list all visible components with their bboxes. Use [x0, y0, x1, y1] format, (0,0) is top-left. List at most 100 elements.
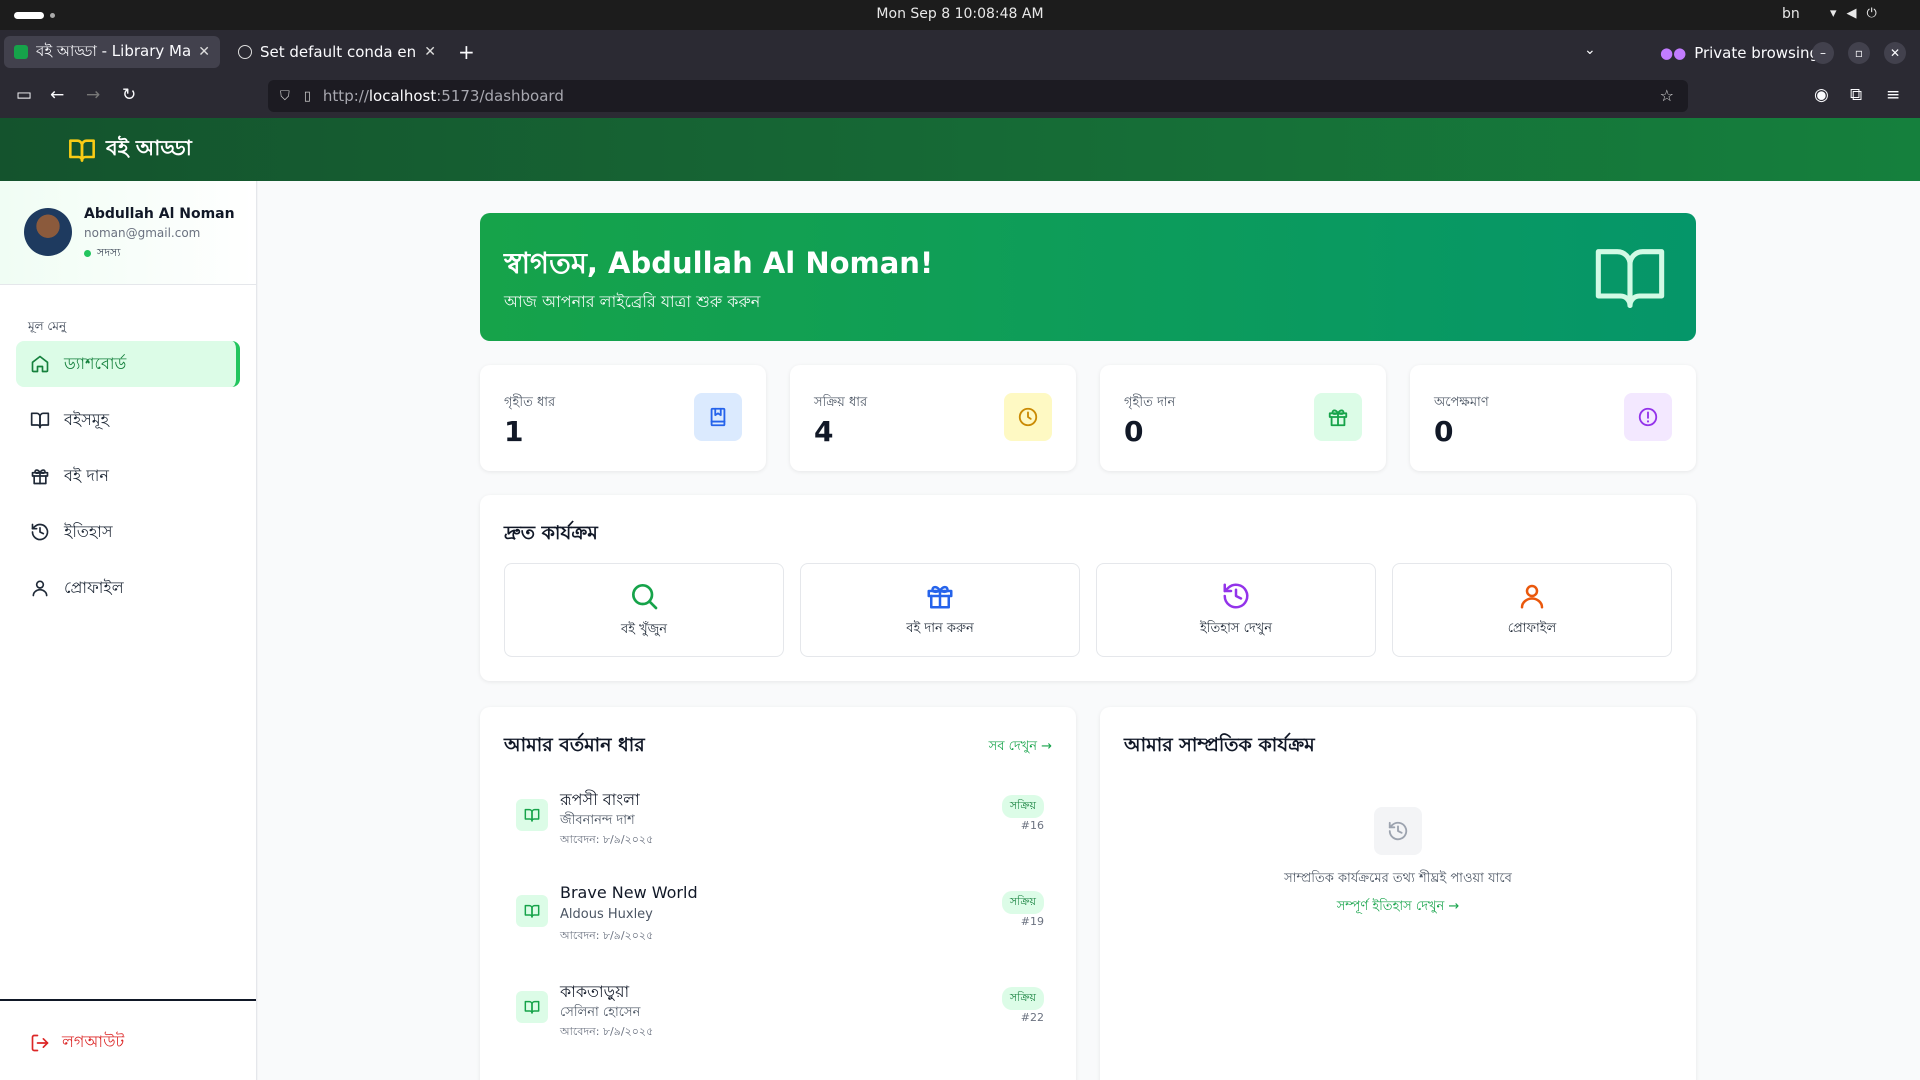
sidebar-item-label: বই দান	[64, 465, 109, 485]
browser-tab[interactable]: Set default conda env ✕	[228, 36, 446, 68]
volume-icon: ◀	[1846, 6, 1857, 21]
sidebar-item-profile[interactable]: প্রোফাইল	[16, 565, 240, 611]
sidebar-divider	[0, 999, 256, 1001]
app-header: বই আড্ডা	[0, 118, 1920, 181]
stat-value: 0	[1124, 415, 1144, 448]
page-icon: ▯	[303, 88, 311, 104]
private-browsing-indicator: ●● Private browsing	[1660, 44, 1819, 62]
tab-title: বই আড্ডা - Library Management	[36, 41, 191, 60]
new-tab-icon[interactable]: +	[458, 40, 475, 64]
current-loans-card: আমার বর্তমান ধার সব দেখুন → রূপসী বাংলা …	[480, 707, 1076, 1080]
current-loans-title: আমার বর্তমান ধার	[504, 734, 645, 756]
stat-active-loans: সক্রিয় ধার 4	[790, 365, 1076, 471]
logout-label: লগআউট	[62, 1032, 125, 1051]
os-clock[interactable]: Mon Sep 8 10:08:48 AM	[0, 6, 1920, 22]
forward-icon[interactable]: →	[86, 85, 100, 105]
tab-list-chevron-icon[interactable]: ⌄	[1584, 42, 1596, 58]
find-books-button[interactable]: বই খুঁজুন	[504, 563, 784, 657]
user-icon	[1520, 584, 1544, 608]
gift-icon	[31, 469, 49, 485]
sidebar-item-donate[interactable]: বই দান	[16, 453, 240, 499]
stat-pending: অপেক্ষমাণ 0	[1410, 365, 1696, 471]
loan-title: রূপসী বাংলা	[560, 790, 640, 809]
loan-date: আবেদন: ৮/৯/২০২৫	[560, 929, 654, 942]
see-all-link[interactable]: সব দেখুন →	[989, 737, 1052, 758]
url-text[interactable]: http://localhost:5173/dashboard	[323, 87, 564, 105]
stat-label: অপেক্ষমাণ	[1434, 395, 1489, 410]
home-icon	[31, 355, 49, 373]
quick-action-label: বই দান করুন	[906, 620, 974, 636]
view-history-button[interactable]: ইতিহাস দেখুন	[1096, 563, 1376, 657]
book-icon	[516, 895, 548, 927]
close-tab-icon[interactable]: ✕	[198, 44, 210, 60]
minimize-icon[interactable]: –	[1812, 42, 1834, 64]
user-email: noman@gmail.com	[84, 226, 201, 240]
stat-label: গৃহীত দান	[1124, 395, 1176, 410]
loan-author: সেলিনা হোসেন	[560, 1005, 641, 1020]
donate-book-button[interactable]: বই দান করুন	[800, 563, 1080, 657]
stat-value: 1	[504, 415, 524, 448]
logout-button[interactable]: লগআউট	[30, 1029, 124, 1056]
reload-icon[interactable]: ↻	[122, 85, 136, 105]
user-name: Abdullah Al Noman	[84, 206, 235, 222]
sidebar-item-history[interactable]: ইতিহাস	[16, 509, 240, 555]
book-icon	[516, 799, 548, 831]
full-history-link[interactable]: সম্পূর্ণ ইতিহাস দেখুন →	[1100, 897, 1696, 918]
welcome-banner: স্বাগতম, Abdullah Al Noman! আজ আপনার লাই…	[480, 213, 1696, 341]
empty-state-text: সাম্প্রতিক কার্যক্রমের তথ্য শীঘ্রই পাওয়…	[1284, 871, 1512, 886]
list-item[interactable]: রূপসী বাংলা জীবনানন্দ দাশ আবেদন: ৮/৯/২০২…	[504, 783, 1052, 853]
menu-icon[interactable]: ≡	[1886, 85, 1900, 105]
sidebar-item-books[interactable]: বইসমূহ	[16, 397, 240, 443]
sidebar-item-label: ড্যাশবোর্ড	[64, 353, 127, 373]
loan-id: #19	[1020, 915, 1044, 928]
sidebar-item-dashboard[interactable]: ড্যাশবোর্ড	[16, 341, 240, 387]
loan-title: Brave New World	[560, 883, 698, 902]
welcome-title: স্বাগতম, Abdullah Al Noman!	[504, 246, 934, 280]
logout-icon	[31, 1034, 49, 1051]
browser-tab-active[interactable]: বই আড্ডা - Library Management ✕	[4, 36, 220, 68]
profile-button[interactable]: প্রোফাইল	[1392, 563, 1672, 657]
power-icon: ⏻	[1866, 6, 1877, 21]
list-item[interactable]: কাকতাড়ুয়া সেলিনা হোসেন আবেদন: ৮/৯/২০২৫…	[504, 975, 1052, 1045]
system-tray[interactable]: ▾ ◀ ⏻	[1830, 6, 1877, 21]
welcome-subtitle: আজ আপনার লাইব্রেরি যাত্রা শুরু করুন	[504, 292, 761, 311]
main-content: স্বাগতম, Abdullah Al Noman! আজ আপনার লাই…	[258, 181, 1920, 1080]
loan-date: আবেদন: ৮/৯/২০২৫	[560, 833, 654, 846]
extensions-icon[interactable]: ⧉	[1850, 85, 1862, 105]
user-role: সদস্য	[84, 244, 121, 263]
avatar	[24, 208, 72, 256]
address-bar[interactable]: ⛉ ▯ http://localhost:5173/dashboard ☆	[268, 80, 1688, 112]
sidebar-toggle-icon[interactable]: ▭	[16, 85, 32, 105]
online-dot-icon	[84, 250, 91, 257]
browser-nav-bar: ▭ ← → ↻ ⛉ ▯ http://localhost:5173/dashbo…	[0, 74, 1920, 118]
menu-heading: মূল মেনু	[28, 319, 67, 333]
tab-title: Set default conda env	[260, 43, 417, 61]
history-icon	[31, 523, 49, 541]
recent-activity-card: আমার সাম্প্রতিক কার্যক্রম সাম্প্রতিক কার…	[1100, 707, 1696, 1080]
history-icon	[1374, 807, 1422, 855]
list-item[interactable]: Brave New World Aldous Huxley আবেদন: ৮/৯…	[504, 879, 1052, 949]
browser-tab-strip: বই আড্ডা - Library Management ✕ Set defa…	[0, 30, 1920, 74]
user-card: Abdullah Al Noman noman@gmail.com সদস্য	[0, 181, 256, 285]
loan-author: Aldous Huxley	[560, 907, 653, 922]
close-tab-icon[interactable]: ✕	[424, 44, 436, 60]
close-window-icon[interactable]: ✕	[1884, 42, 1906, 64]
book-open-icon	[30, 412, 50, 429]
shield-icon[interactable]: ⛉	[280, 89, 290, 104]
brand-logo[interactable]: বই আড্ডা	[66, 132, 192, 167]
sidebar-item-label: প্রোফাইল	[64, 577, 124, 597]
sidebar-item-label: বইসমূহ	[64, 409, 110, 429]
bookmark-star-icon[interactable]: ☆	[1660, 86, 1674, 105]
loan-id: #22	[1020, 1011, 1044, 1024]
input-language[interactable]: bn	[1782, 6, 1800, 22]
account-icon[interactable]: ◉	[1814, 85, 1829, 105]
back-icon[interactable]: ←	[50, 85, 64, 105]
globe-favicon-icon	[238, 45, 252, 59]
restore-icon[interactable]: ▫	[1848, 42, 1870, 64]
stat-value: 0	[1434, 415, 1454, 448]
alert-circle-icon	[1638, 407, 1658, 427]
stat-icon-box	[1004, 393, 1052, 441]
quick-action-label: বই খুঁজুন	[620, 621, 668, 637]
os-top-bar: Mon Sep 8 10:08:48 AM bn ▾ ◀ ⏻	[0, 0, 1920, 30]
status-badge: সক্রিয়	[1001, 795, 1044, 818]
